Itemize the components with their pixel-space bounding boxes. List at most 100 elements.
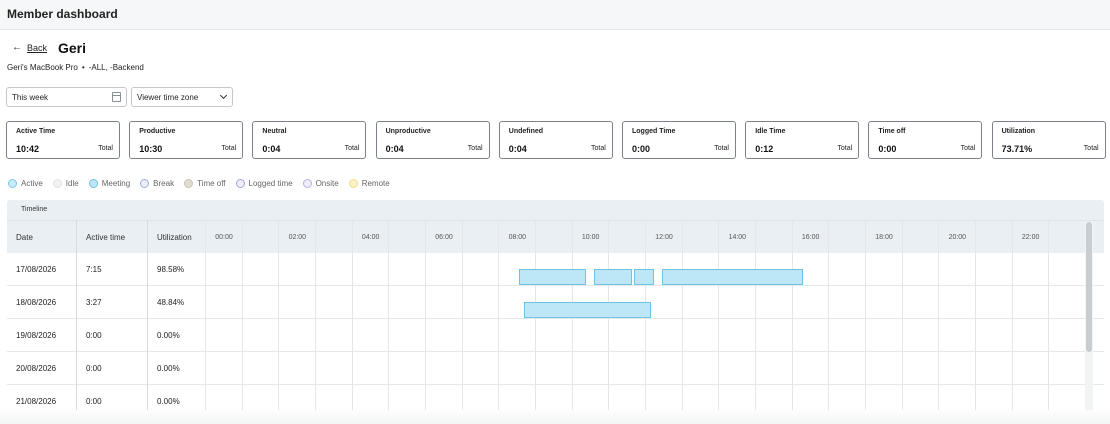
stat-total-label: Total — [467, 145, 483, 152]
time-tick-label: 22:00 — [1021, 234, 1040, 241]
grid-line — [755, 220, 756, 410]
stat-card: Undefined 0:04 Total — [498, 121, 613, 159]
row-utilization: 98.58% — [157, 265, 185, 274]
date-range-input[interactable]: This week — [6, 87, 127, 107]
legend-swatch-icon — [88, 179, 98, 188]
grid-line — [791, 220, 793, 410]
legend-item[interactable]: Time off — [184, 179, 226, 188]
row-active-time: 0:00 — [86, 331, 102, 340]
time-tick-label: 06:00 — [435, 234, 453, 241]
legend: Active Idle Meeting Break Time off Logged tim… — [8, 179, 400, 188]
stat-value: 0:04 — [262, 144, 281, 154]
legend-label: Idle — [65, 179, 79, 188]
legend-swatch-icon — [52, 179, 62, 188]
row-date: 20/08/2026 — [16, 364, 57, 373]
stat-label: Productive — [139, 128, 176, 135]
row-active-time: 0:00 — [86, 397, 102, 406]
timeline-row[interactable]: 19/08/2026 0:00 0.00% — [7, 319, 1104, 352]
column-date[interactable]: Date — [16, 233, 33, 242]
timeline-panel: Timeline Date Active time Utilization 00… — [7, 200, 1104, 410]
legend-item[interactable]: Remote — [348, 179, 390, 188]
grid-line — [938, 220, 940, 410]
legend-item[interactable]: Onsite — [302, 179, 339, 188]
stat-total-label: Total — [714, 145, 729, 152]
stat-card: Utilization 73.71% Total — [991, 121, 1106, 159]
column-active-time[interactable]: Active time — [86, 233, 125, 242]
timeline-header: Timeline — [7, 200, 1104, 220]
stat-value: 0:00 — [632, 144, 651, 154]
page-title: Member dashboard — [7, 7, 118, 21]
activity-bar[interactable] — [518, 269, 587, 285]
grid-line — [718, 220, 720, 410]
grid-line — [278, 220, 280, 410]
calendar-icon[interactable] — [112, 92, 121, 102]
stat-total-label: Total — [837, 145, 853, 152]
row-active-time: 0:00 — [86, 364, 102, 373]
activity-bar[interactable] — [593, 269, 633, 285]
timezone-value: Viewer time zone — [137, 93, 199, 102]
row-active-time: 7:15 — [86, 265, 102, 274]
stat-value: 10:42 — [16, 144, 40, 154]
group-list: -ALL, -Backend — [88, 63, 144, 72]
legend-label: Time off — [197, 179, 226, 188]
stat-label: Idle Time — [755, 128, 786, 135]
timeline-row[interactable]: 21/08/2026 0:00 0.00% — [7, 385, 1104, 410]
grid-line — [901, 220, 903, 410]
stat-card: Active Time 10:42 Total — [6, 121, 120, 159]
back-button[interactable]: ← Back — [12, 42, 47, 53]
member-subtitle: Geri's MacBook Pro • -ALL, -Backend — [7, 63, 144, 72]
legend-label: Onsite — [315, 179, 339, 188]
grid-line — [865, 220, 866, 410]
stat-total-label: Total — [221, 145, 237, 152]
stat-label: Unproductive — [385, 128, 431, 135]
stat-card: Productive 10:30 Total — [129, 121, 244, 159]
grid-line — [1048, 220, 1050, 410]
time-tick-label: 18:00 — [875, 234, 893, 241]
member-name: Geri — [58, 40, 87, 56]
row-date: 19/08/2026 — [16, 331, 57, 340]
timeline-row[interactable]: 20/08/2026 0:00 0.00% — [7, 352, 1104, 385]
stat-label: Active Time — [16, 128, 56, 135]
grid-line — [425, 220, 426, 410]
legend-swatch-icon — [235, 179, 245, 188]
legend-item[interactable]: Meeting — [88, 179, 131, 188]
timezone-select[interactable]: Viewer time zone — [131, 87, 233, 107]
timeline-scrollbar[interactable] — [1086, 222, 1092, 352]
legend-item[interactable]: Logged time — [235, 179, 293, 188]
stat-label: Undefined — [508, 128, 544, 135]
time-tick-label: 04:00 — [361, 234, 380, 241]
activity-bar[interactable] — [661, 269, 803, 285]
legend-swatch-icon — [140, 179, 150, 188]
legend-label: Meeting — [101, 179, 131, 188]
grid-line — [1011, 220, 1013, 410]
legend-item[interactable]: Active — [8, 179, 43, 188]
legend-swatch-icon — [8, 179, 17, 188]
grid-line — [498, 220, 500, 410]
activity-bar[interactable] — [634, 269, 655, 285]
legend-swatch-icon — [184, 179, 194, 188]
grid-line — [461, 220, 463, 410]
grid-line — [315, 220, 316, 410]
legend-label: Break — [153, 179, 175, 188]
stat-total-label: Total — [591, 145, 606, 152]
date-range-value: This week — [12, 93, 49, 102]
legend-label: Remote — [361, 179, 390, 188]
bottom-fade — [0, 408, 1110, 424]
stat-value: 0:04 — [385, 144, 404, 154]
stat-total-label: Total — [960, 145, 976, 152]
time-tick-label: 14:00 — [728, 234, 747, 241]
grid-line — [241, 220, 243, 410]
legend-label: Logged time — [248, 179, 293, 188]
row-date: 17/08/2026 — [16, 265, 57, 274]
legend-item[interactable]: Break — [140, 179, 174, 188]
legend-item[interactable]: Idle — [52, 179, 79, 188]
grid-line — [147, 220, 148, 410]
stat-value: 0:00 — [878, 144, 897, 154]
stat-total-label: Total — [1083, 145, 1099, 152]
column-utilization[interactable]: Utilization — [157, 233, 192, 242]
topbar: Member dashboard — [0, 0, 1110, 30]
stat-card: Idle Time 0:12 Total — [745, 121, 860, 159]
stat-value: 0:04 — [508, 144, 527, 154]
stat-card: Unproductive 0:04 Total — [375, 121, 490, 159]
activity-bar[interactable] — [524, 302, 651, 318]
